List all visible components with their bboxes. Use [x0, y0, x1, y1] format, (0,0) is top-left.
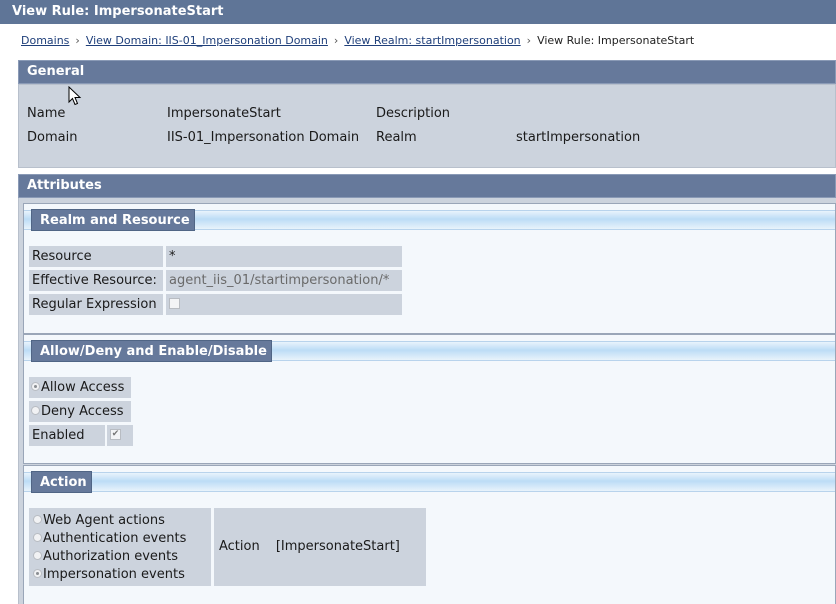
- action-option-web-agent[interactable]: Web Agent actions: [33, 512, 211, 530]
- general-section-body: [18, 84, 836, 168]
- radio-icon: [33, 551, 42, 560]
- allow-access-label: Allow Access: [41, 380, 125, 395]
- enabled-label: Enabled: [29, 425, 105, 446]
- realm-label: Realm: [376, 130, 417, 145]
- attributes-section-header: Attributes: [18, 174, 836, 198]
- action-value-cell: Action [ImpersonateStart]: [214, 508, 426, 586]
- allow-access-option[interactable]: Allow Access: [29, 377, 131, 398]
- checkmark-icon: ✔: [111, 429, 120, 439]
- breadcrumb: Domains › View Domain: IIS-01_Impersonatio…: [21, 34, 694, 47]
- name-label: Name: [27, 106, 66, 121]
- realm-resource-panel-title: Realm and Resource: [31, 209, 195, 231]
- action-options-group: Web Agent actions Authentication events …: [29, 508, 211, 586]
- enabled-checkbox[interactable]: ✔: [110, 429, 121, 440]
- deny-access-label: Deny Access: [41, 404, 124, 419]
- regular-expression-checkbox[interactable]: [169, 298, 180, 309]
- realm-value: startImpersonation: [516, 130, 641, 145]
- allow-deny-panel-title: Allow/Deny and Enable/Disable: [31, 340, 272, 362]
- action-option-label: Authorization events: [43, 549, 179, 564]
- resource-label: Resource: [29, 246, 163, 267]
- panel-title-band: [24, 472, 835, 492]
- action-panel: Action Web Agent actions Authentication …: [23, 465, 836, 604]
- action-label: Action: [219, 539, 260, 554]
- action-option-impersonation[interactable]: Impersonation events: [33, 566, 211, 584]
- name-value: ImpersonateStart: [167, 106, 281, 121]
- breadcrumb-link-domain[interactable]: View Domain: IIS-01_Impersonation Domain: [86, 34, 328, 47]
- realm-resource-panel: Realm and Resource Resource * Effective …: [23, 203, 836, 334]
- domain-value: IIS-01_Impersonation Domain: [167, 130, 360, 145]
- action-option-label: Authentication events: [43, 531, 187, 546]
- radio-icon: [33, 533, 42, 542]
- radio-selected-icon: [31, 382, 40, 391]
- breadcrumb-separator: ›: [526, 34, 532, 47]
- action-option-label: Impersonation events: [43, 567, 185, 582]
- resource-value: *: [166, 246, 402, 267]
- regular-expression-cell: [166, 294, 402, 315]
- deny-access-option[interactable]: Deny Access: [29, 401, 131, 422]
- breadcrumb-link-realm[interactable]: View Realm: startImpersonation: [344, 34, 520, 47]
- breadcrumb-separator: ›: [75, 34, 80, 47]
- effective-resource-label: Effective Resource:: [29, 270, 163, 291]
- regular-expression-label: Regular Expression: [29, 294, 163, 315]
- breadcrumb-separator: ›: [333, 34, 339, 47]
- general-section-header: General: [18, 60, 836, 84]
- effective-resource-value: agent_iis_01/startimpersonation/*: [166, 270, 402, 291]
- action-option-authorization[interactable]: Authorization events: [33, 548, 211, 566]
- radio-icon: [31, 406, 40, 415]
- allow-deny-panel: Allow/Deny and Enable/Disable Allow Acce…: [23, 334, 836, 464]
- action-panel-title: Action: [31, 471, 92, 493]
- action-option-authentication[interactable]: Authentication events: [33, 530, 211, 548]
- domain-label: Domain: [27, 130, 78, 145]
- mouse-pointer-icon: [68, 86, 82, 106]
- enabled-cell: ✔: [107, 425, 133, 446]
- action-option-label: Web Agent actions: [43, 513, 165, 528]
- radio-selected-icon: [33, 569, 42, 578]
- action-value: [ImpersonateStart]: [275, 539, 400, 554]
- breadcrumb-current: View Rule: ImpersonateStart: [537, 34, 695, 47]
- breadcrumb-link-domains[interactable]: Domains: [21, 34, 69, 47]
- window-title: View Rule: ImpersonateStart: [0, 0, 836, 24]
- radio-icon: [33, 515, 42, 524]
- description-label: Description: [376, 106, 451, 121]
